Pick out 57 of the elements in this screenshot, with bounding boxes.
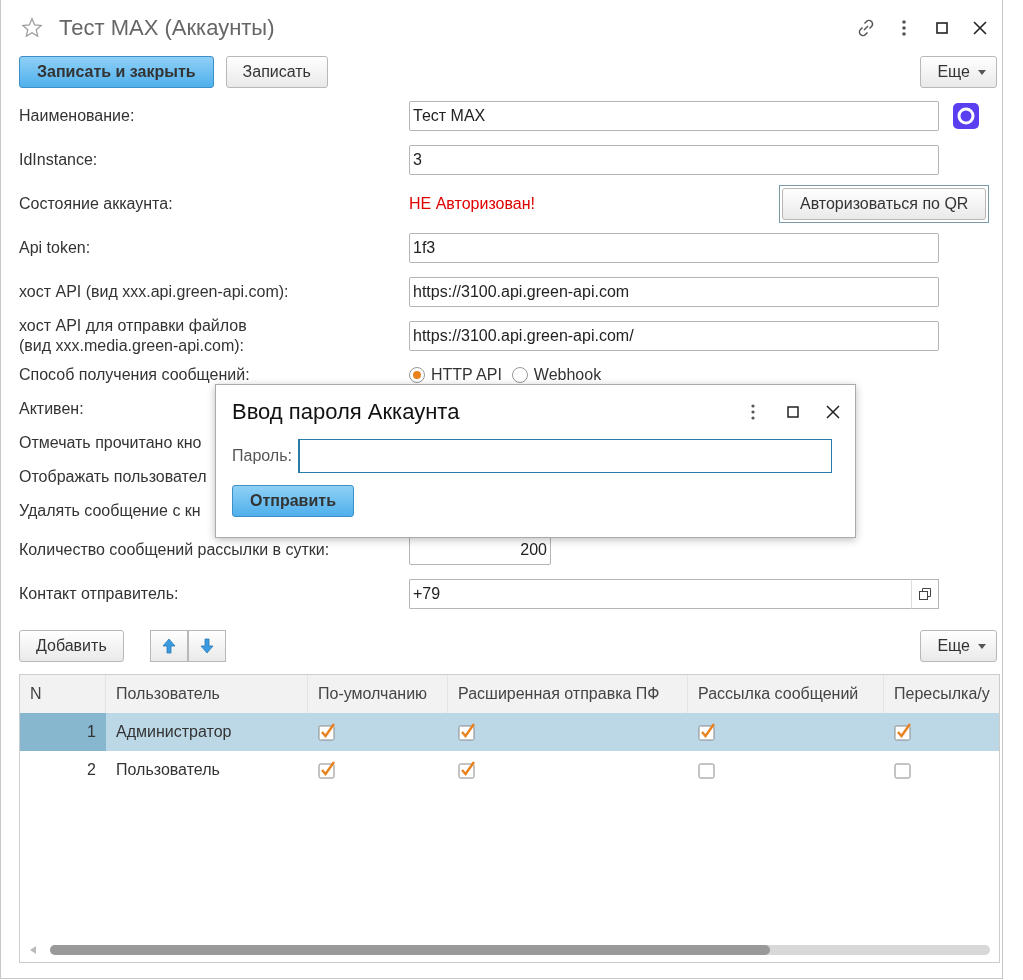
field-label: Отмечать прочитано кно: [19, 434, 202, 451]
field-label: Наименование:: [19, 107, 135, 124]
more-button[interactable]: Еще: [920, 630, 997, 662]
field-label: хост API для отправки файлов (вид xxx.media.green-api.com):: [19, 317, 247, 354]
table-row[interactable]: 1 Администратор: [20, 713, 999, 751]
status-text: НЕ Авторизован!: [409, 195, 536, 213]
arrow-down-icon: [199, 638, 214, 654]
save-and-close-button[interactable]: Записать и закрыть: [19, 56, 214, 88]
dialog-title: Ввод пароля Аккаунта: [232, 399, 461, 425]
move-down-button[interactable]: [187, 630, 226, 662]
field-label: Состояние аккаунта:: [19, 195, 173, 212]
field-label: Удалять сообщение с кн: [19, 502, 201, 519]
field-label: хост API (вид xxx.api.green-api.com):: [19, 283, 289, 300]
table-cell-text: Администратор: [115, 723, 233, 741]
window-title: Тест MAX (Аккаунты): [59, 15, 276, 41]
field-label: Api token:: [19, 239, 91, 256]
field-label: Количество сообщений рассылки в сутки:: [19, 541, 330, 558]
star-icon[interactable]: [21, 17, 43, 39]
field-label: Активен:: [19, 400, 84, 417]
send-button[interactable]: Отправить: [232, 485, 354, 517]
field-label: Пароль:: [232, 447, 292, 465]
input-field[interactable]: 1f3: [409, 233, 939, 263]
radio-label: Webhook: [533, 366, 602, 384]
arrow-up-icon: [161, 638, 176, 654]
move-up-button[interactable]: [149, 630, 188, 662]
field-label: Отображать пользовател: [19, 468, 207, 485]
add-button[interactable]: Добавить: [19, 630, 124, 662]
qr-login-button[interactable]: Авторизоваться по QR: [782, 188, 987, 220]
row-number: 1: [20, 713, 106, 751]
field-label: Контакт отправитель:: [19, 585, 179, 602]
input-field[interactable]: https://3100.api.green-api.com/: [409, 321, 939, 351]
more-button[interactable]: Еще: [920, 56, 997, 88]
input-field[interactable]: Тест MAX: [409, 101, 939, 131]
radio-button[interactable]: [511, 367, 528, 383]
checkbox[interactable]: [894, 723, 912, 741]
checkbox[interactable]: [698, 723, 716, 741]
table-row[interactable]: 2 Пользователь: [20, 751, 999, 789]
checkbox[interactable]: [698, 761, 716, 779]
copy-icon[interactable]: [919, 588, 931, 600]
input-field[interactable]: +79: [409, 579, 911, 609]
field-label: Способ получения сообщений:: [19, 366, 250, 383]
checkbox[interactable]: [318, 761, 336, 779]
input-field[interactable]: https://3100.api.green-api.com: [409, 277, 939, 307]
radio-button[interactable]: [409, 367, 425, 383]
row-number: 2: [86, 760, 97, 780]
checkbox[interactable]: [458, 723, 476, 741]
checkbox[interactable]: [318, 723, 336, 741]
save-button[interactable]: Записать: [225, 56, 328, 88]
caret-icon: [978, 643, 986, 649]
checkbox[interactable]: [458, 761, 476, 779]
table-cell-text: Пользователь: [115, 761, 221, 779]
password-field[interactable]: [297, 439, 832, 473]
radio-label: HTTP API: [431, 366, 502, 384]
checkbox[interactable]: [894, 761, 912, 779]
field-label: IdInstance:: [19, 151, 98, 168]
caret-icon: [978, 69, 986, 75]
input-field[interactable]: 3: [409, 145, 939, 175]
